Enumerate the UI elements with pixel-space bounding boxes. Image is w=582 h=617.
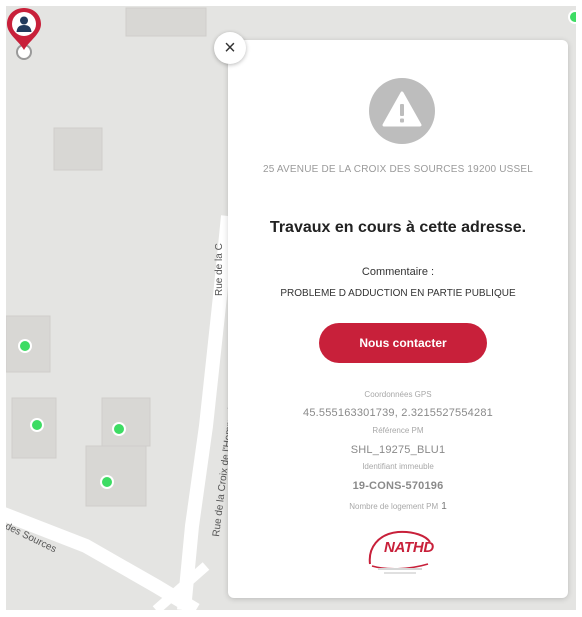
comment-label: Commentaire :: [361, 266, 435, 278]
street-label-rue-de-la-c: Rue de la C: [214, 243, 225, 296]
work-status-heading: Travaux en cours à cette adresse.: [269, 219, 527, 236]
nathd-logo: NATHD: [364, 526, 436, 576]
map-marker-green[interactable]: [568, 10, 576, 24]
address-text: 25 AVENUE DE LA CROIX DES SOURCES 19200 …: [262, 164, 534, 175]
warning-triangle-icon: [369, 78, 435, 144]
location-pin-icon[interactable]: [6, 6, 42, 64]
map-marker-green[interactable]: [100, 475, 114, 489]
map-marker-green[interactable]: [30, 418, 44, 432]
close-button[interactable]: ×: [214, 32, 246, 64]
building-id-label: Identifiant immeuble: [362, 462, 434, 471]
logo-text: NATHD: [384, 539, 434, 556]
gps-value: 45.555163301739, 2.3215527554281: [303, 407, 493, 419]
housing-count-label: Nombre de logement PM: [349, 502, 439, 511]
map-marker-green[interactable]: [112, 422, 126, 436]
pm-reference-label: Référence PM: [372, 426, 424, 435]
gps-label: Coordonnées GPS: [364, 390, 432, 399]
map-marker-green[interactable]: [18, 339, 32, 353]
contact-button[interactable]: Nous contacter: [319, 323, 487, 363]
housing-count-row: Nombre de logement PM 1: [228, 501, 568, 512]
housing-count-value: 1: [441, 501, 447, 512]
comment-text: PROBLEME D ADDUCTION EN PARTIE PUBLIQUE: [280, 288, 516, 299]
building-id-value: 19-CONS-570196: [352, 480, 444, 492]
pm-reference-value: SHL_19275_BLU1: [350, 444, 446, 456]
close-icon: ×: [224, 37, 236, 59]
address-info-popup: 25 AVENUE DE LA CROIX DES SOURCES 19200 …: [228, 40, 568, 598]
